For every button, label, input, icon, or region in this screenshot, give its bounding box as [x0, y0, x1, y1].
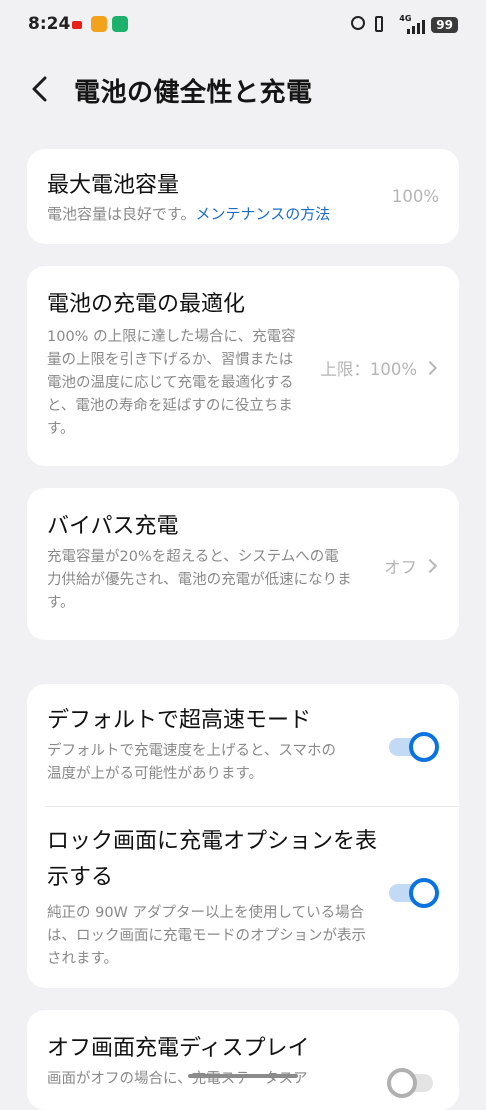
app-header: 電池の健全性と充電: [0, 60, 486, 120]
offscreen-title: オフ画面充電ディスプレイ: [47, 1036, 310, 1061]
vibrate-icon: [375, 16, 393, 34]
status-time: 8:24: [28, 14, 71, 34]
card-offscreen-display[interactable]: オフ画面充電ディスプレイ 画面がオフの場合に、充電ステータスア: [27, 1010, 459, 1110]
card-charging-toggles: デフォルトで超高速モード デフォルトで充電速度を上げると、スマホの温度が上がる可…: [27, 684, 459, 988]
capacity-desc-text: 電池容量は良好です。: [47, 205, 196, 223]
status-bar: 8:24 4G 99: [0, 0, 486, 52]
optimize-title: 電池の充電の最適化: [47, 292, 246, 317]
bypass-value: オフ: [384, 558, 417, 577]
status-icons: 4G 99: [351, 14, 458, 36]
card-bypass-charging[interactable]: バイパス充電 充電容量が20%を超えると、システムへの電力供給が優先され、電池の…: [27, 488, 459, 640]
bypass-title: バイパス充電: [47, 514, 179, 539]
capacity-value: 100%: [391, 187, 439, 206]
capacity-title: 最大電池容量: [47, 173, 180, 198]
optimize-value: 上限：100%: [320, 360, 417, 379]
lockscreen-toggle[interactable]: [387, 878, 439, 908]
back-arrow-icon[interactable]: [26, 72, 56, 106]
youtube-icon: [72, 21, 82, 29]
bypass-desc: 充電容量が20%を超えると、システムへの電力供給が優先され、電池の充電が低速にな…: [47, 549, 352, 611]
row-superfast-default[interactable]: デフォルトで超高速モード デフォルトで充電速度を上げると、スマホの温度が上がる可…: [27, 684, 459, 806]
app-icon-orange: [91, 16, 107, 32]
optimize-value-wrap: 上限：100%: [320, 356, 439, 380]
superfast-title: デフォルトで超高速モード: [47, 708, 312, 733]
bypass-value-wrap: オフ: [384, 554, 439, 578]
chevron-right-icon: [422, 360, 438, 376]
capacity-desc: 電池容量は良好です。メンテナンスの方法: [47, 203, 439, 226]
signal-icon: 4G: [399, 14, 426, 34]
chevron-right-icon: [422, 558, 438, 574]
row-lockscreen-options[interactable]: ロック画面に充電オプションを表示する 純正の 90W アダプター以上を使用してい…: [27, 806, 459, 988]
lockscreen-desc: 純正の 90W アダプター以上を使用している場合は、ロック画面に充電モードのオプ…: [47, 905, 366, 967]
home-indicator[interactable]: [188, 1074, 298, 1078]
maintenance-link[interactable]: メンテナンスの方法: [196, 205, 331, 223]
optimize-desc: 100% の上限に達した場合に、充電容量の上限を引き下げるか、習慣または電池の温…: [47, 329, 296, 437]
card-charge-optimization[interactable]: 電池の充電の最適化 100% の上限に達した場合に、充電容量の上限を引き下げるか…: [27, 266, 459, 466]
app-icon-green: [112, 16, 128, 32]
alarm-icon: [351, 16, 369, 34]
battery-indicator: 99: [431, 17, 458, 33]
superfast-toggle[interactable]: [387, 732, 439, 762]
lockscreen-title: ロック画面に充電オプションを表示する: [47, 829, 378, 890]
page-title: 電池の健全性と充電: [74, 78, 313, 108]
superfast-desc: デフォルトで充電速度を上げると、スマホの温度が上がる可能性があります。: [47, 743, 336, 782]
offscreen-toggle[interactable]: [387, 1068, 439, 1098]
card-max-capacity[interactable]: 最大電池容量 電池容量は良好です。メンテナンスの方法 100%: [27, 149, 459, 244]
